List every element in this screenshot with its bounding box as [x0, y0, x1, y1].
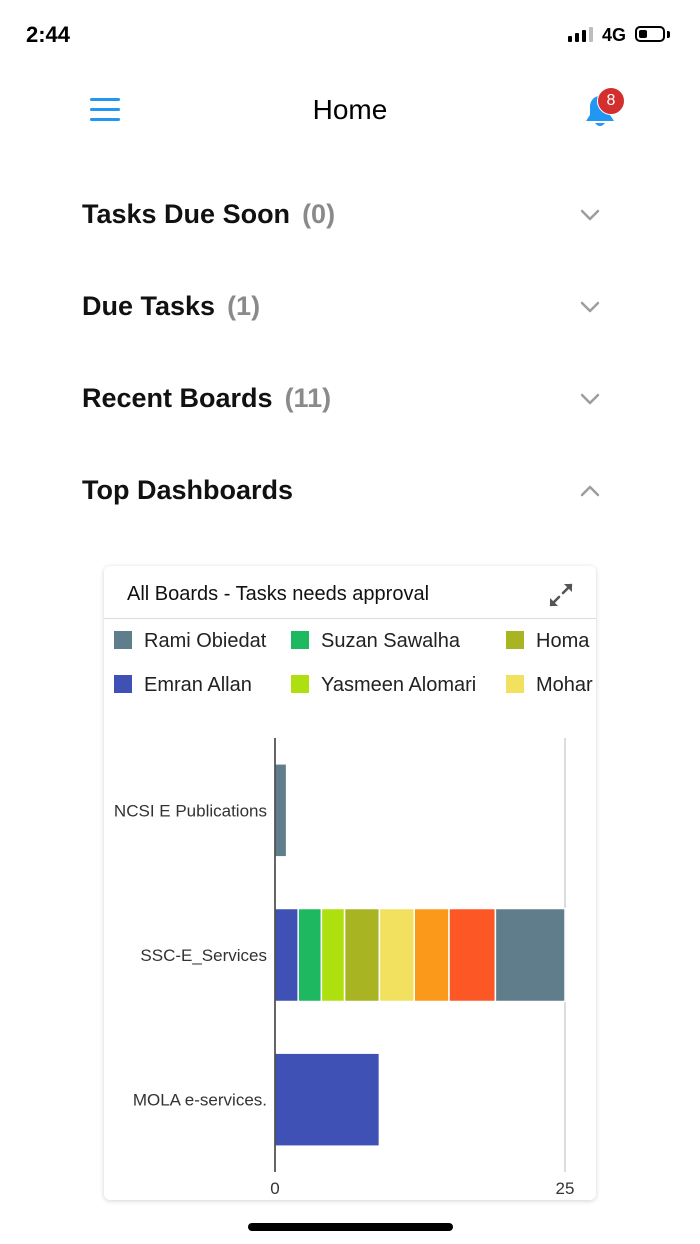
battery-icon [635, 26, 665, 42]
x-tick-label: 25 [556, 1179, 575, 1198]
section-count: (1) [227, 291, 261, 321]
section-label: Top Dashboards [82, 475, 294, 505]
section-title-tasks-due-soon: Tasks Due Soon (0) [82, 199, 335, 230]
section-due-tasks[interactable]: Due Tasks (1) [82, 283, 602, 333]
legend-label: Homa [536, 630, 590, 652]
section-title-top-dashboards: Top Dashboards [82, 475, 305, 506]
legend-item[interactable]: Yasmeen Alomari [291, 674, 476, 700]
legend-label: Yasmeen Alomari [321, 674, 477, 696]
section-count: (11) [284, 383, 332, 413]
chart-bar-segment [378, 907, 415, 1003]
battery-cap [667, 31, 670, 38]
card-title: All Boards - Tasks needs approval [127, 583, 430, 605]
app-header: Home [0, 70, 700, 150]
legend-label: Rami Obiedat [144, 630, 267, 652]
legend-item[interactable]: Mohar [506, 674, 593, 700]
y-tick-label: MOLA e-services. [133, 1091, 267, 1110]
legend-swatch [114, 674, 132, 693]
cellular-signal-icon [568, 27, 593, 42]
stacked-bar-chart: NCSI E Publications SSC-E_Services MOLA e-… [114, 738, 575, 1198]
section-recent-boards[interactable]: Recent Boards (11) [82, 375, 602, 425]
legend-label: Emran Allan [144, 674, 252, 696]
dashboard-card: All Boards - Tasks needs approval Rami O… [104, 566, 596, 1200]
notification-badge: 8 [597, 87, 625, 115]
section-title-recent-boards: Recent Boards (11) [82, 383, 331, 414]
chart-bar-segment [297, 907, 323, 1003]
section-title-due-tasks: Due Tasks (1) [82, 291, 260, 322]
section-label: Recent Boards [82, 383, 273, 413]
legend-swatch [291, 630, 309, 649]
chevron-down-icon[interactable] [578, 387, 602, 411]
y-tick-label: NCSI E Publications [114, 801, 267, 820]
section-label: Tasks Due Soon [82, 199, 291, 229]
chevron-up-icon[interactable] [578, 479, 602, 503]
chart-bar-segment [274, 907, 299, 1003]
legend-swatch [291, 674, 309, 693]
section-tasks-due-soon[interactable]: Tasks Due Soon (0) [82, 191, 602, 241]
status-bar: 2:44 4G [0, 0, 700, 70]
legend-swatch [506, 630, 524, 649]
y-tick-label: SSC-E_Services [140, 946, 267, 965]
chart-bar-segment [320, 907, 346, 1003]
legend-item[interactable]: Emran Allan [114, 674, 252, 700]
section-count: (0) [302, 199, 336, 229]
x-tick-label: 0 [270, 1179, 279, 1198]
legend-swatch [114, 630, 132, 649]
card-header: All Boards - Tasks needs approval [104, 566, 596, 619]
section-label: Due Tasks [82, 291, 216, 321]
chart-bar-segment [274, 1052, 381, 1147]
legend-item[interactable]: Suzan Sawalha [291, 630, 460, 656]
chart-bar-segment [274, 763, 288, 858]
chevron-down-icon[interactable] [578, 203, 602, 227]
section-top-dashboards[interactable]: Top Dashboards [82, 467, 602, 517]
legend-item[interactable]: Rami Obiedat [114, 630, 266, 656]
legend-item[interactable]: Homa [506, 630, 589, 656]
chart-bar-segment [343, 907, 381, 1003]
home-indicator [248, 1223, 453, 1231]
legend-label: Suzan Sawalha [321, 630, 460, 652]
network-type: 4G [602, 25, 627, 45]
chart-bar-segment [448, 907, 497, 1003]
chart-bar-segment [494, 907, 566, 1003]
legend-label: Mohar [536, 674, 593, 696]
legend-swatch [506, 674, 524, 693]
status-time: 2:44 [26, 22, 71, 47]
chart-bar-segment [413, 907, 450, 1003]
expand-icon[interactable] [548, 582, 574, 608]
chevron-down-icon[interactable] [578, 295, 602, 319]
chart-legend: Rami Obiedat Suzan Sawalha Homa Emran Al… [104, 618, 596, 728]
